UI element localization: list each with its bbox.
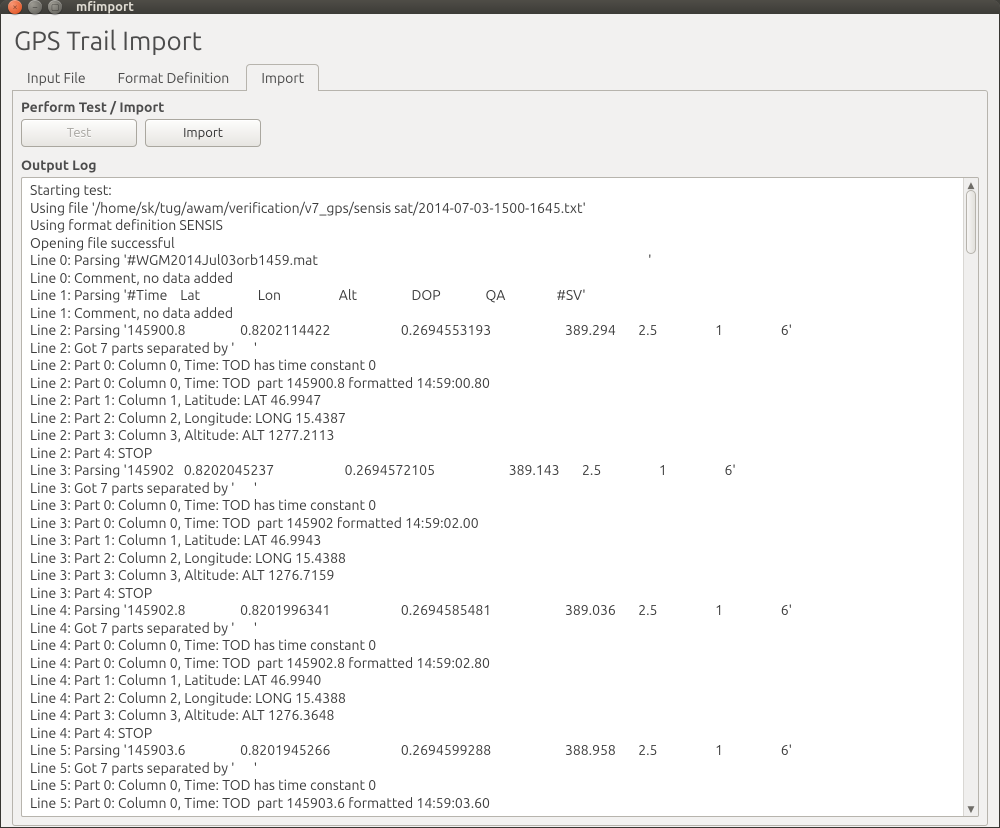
- window-title: mfimport: [76, 0, 134, 14]
- import-button[interactable]: Import: [145, 119, 261, 147]
- minimize-icon[interactable]: –: [28, 0, 42, 14]
- scroll-down-icon[interactable]: ▼: [966, 804, 976, 814]
- page-title: GPS Trail Import: [14, 26, 988, 55]
- window-controls: × – ▢: [8, 0, 62, 14]
- scrollbar[interactable]: ▲ ▼: [963, 178, 978, 816]
- close-icon[interactable]: ×: [8, 0, 22, 14]
- test-button: Test: [21, 119, 137, 147]
- titlebar[interactable]: × – ▢ mfimport: [0, 0, 1000, 14]
- section-label-perform: Perform Test / Import: [21, 99, 979, 115]
- scroll-thumb[interactable]: [966, 190, 976, 254]
- output-log-container: Starting test: Using file '/home/sk/tug/…: [21, 177, 979, 817]
- scroll-track[interactable]: [964, 190, 978, 804]
- section-label-output-log: Output Log: [21, 157, 979, 173]
- tab-input-file[interactable]: Input File: [12, 64, 101, 91]
- scroll-up-icon[interactable]: ▲: [966, 180, 976, 190]
- app-window: × – ▢ mfimport GPS Trail Import Input Fi…: [0, 0, 1000, 828]
- client-area: GPS Trail Import Input File Format Defin…: [0, 14, 1000, 828]
- button-row: Test Import: [21, 119, 979, 147]
- output-log[interactable]: Starting test: Using file '/home/sk/tug/…: [22, 178, 963, 816]
- maximize-icon[interactable]: ▢: [48, 0, 62, 14]
- tab-panel-import: Perform Test / Import Test Import Output…: [12, 90, 988, 826]
- tab-format-definition[interactable]: Format Definition: [103, 64, 245, 91]
- tabs: Input File Format Definition Import: [12, 63, 988, 90]
- tab-import[interactable]: Import: [246, 64, 319, 91]
